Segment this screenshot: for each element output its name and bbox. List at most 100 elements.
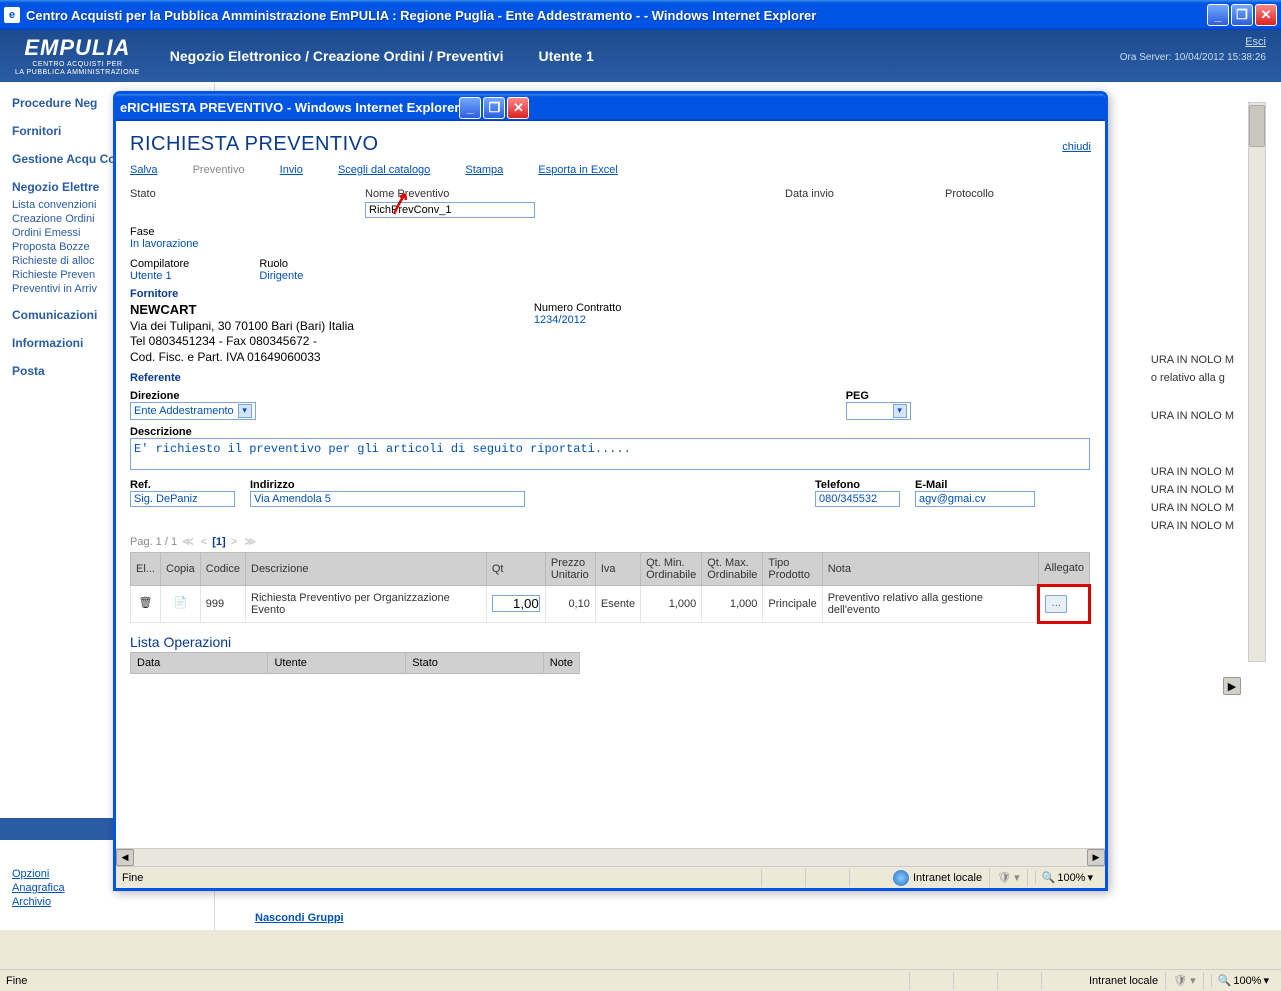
col-elimina: El... <box>131 552 161 585</box>
browser-zone-label: Intranet locale <box>1089 975 1158 987</box>
chiudi-link[interactable]: chiudi <box>1062 141 1091 153</box>
col-descrizione: Descrizione <box>246 552 487 585</box>
col-qt: Qt <box>486 552 545 585</box>
minimize-button[interactable]: _ <box>1207 4 1229 26</box>
browser-zoom-value: 100% <box>1233 975 1261 987</box>
bg-text: o relativo alla g <box>1146 370 1239 386</box>
user-label: Utente 1 <box>539 48 594 64</box>
descrizione-label: Descrizione <box>130 426 1091 438</box>
op-col-utente: Utente <box>268 652 406 673</box>
stato-label: Stato <box>130 186 365 218</box>
telefono-input[interactable] <box>815 491 900 507</box>
browser-status-bar: Fine Intranet locale 🛡 ▾ 🔍 100% ▾ <box>0 969 1281 991</box>
fase-value: In lavorazione <box>130 238 1091 250</box>
modal-titlebar: e RICHIESTA PREVENTIVO - Windows Interne… <box>116 94 1105 121</box>
nav-anagrafica[interactable]: Anagrafica <box>12 882 65 894</box>
nav-archivio[interactable]: Archivio <box>12 896 65 908</box>
zone-icon <box>893 870 909 886</box>
salva-link[interactable]: Salva <box>130 164 158 176</box>
chevron-down-icon: ▾ <box>1087 871 1093 884</box>
nascondi-gruppi-link[interactable]: Nascondi Gruppi <box>255 912 344 924</box>
op-col-stato: Stato <box>406 652 544 673</box>
scroll-right-icon[interactable]: ▶ <box>1223 677 1241 695</box>
chevron-down-icon: ▾ <box>1263 974 1269 987</box>
op-col-data: Data <box>131 652 268 673</box>
cell-iva: Esente <box>595 585 640 622</box>
logout-link[interactable]: Esci <box>1245 36 1266 48</box>
pager: Pag. 1 / 1 ≪ < [1] > ≫ <box>130 535 1091 548</box>
cell-qtmax: 1,000 <box>702 585 763 622</box>
contratto-label: Numero Contratto <box>534 302 621 314</box>
telefono-label: Telefono <box>815 479 900 491</box>
page-title: RICHIESTA PREVENTIVO <box>130 133 379 156</box>
col-copia: Copia <box>161 552 201 585</box>
esporta-excel-link[interactable]: Esporta in Excel <box>538 164 617 176</box>
pager-first[interactable]: ≪ <box>182 536 194 548</box>
direzione-select[interactable]: Ente Addestramento ▾ <box>130 402 256 420</box>
protocollo-label: Protocollo <box>945 186 1095 218</box>
email-input[interactable] <box>915 491 1035 507</box>
ie-icon: e <box>120 100 127 115</box>
compilatore-value: Utente 1 <box>130 270 189 282</box>
direzione-label: Direzione <box>130 390 256 402</box>
stampa-link[interactable]: Stampa <box>465 164 503 176</box>
scroll-left-icon[interactable]: ◀ <box>116 849 134 866</box>
compilatore-label: Compilatore <box>130 258 189 270</box>
preventivo-disabled: Preventivo <box>193 164 245 176</box>
descrizione-textarea[interactable] <box>130 438 1090 470</box>
bg-text: URA IN NOLO M <box>1146 500 1239 516</box>
modal-maximize-button[interactable]: ❐ <box>483 97 505 119</box>
nome-preventivo-input[interactable] <box>365 202 535 218</box>
indirizzo-input[interactable] <box>250 491 525 507</box>
chevron-down-icon: ▾ <box>893 404 907 418</box>
invio-link[interactable]: Invio <box>280 164 303 176</box>
data-invio-label: Data invio <box>785 186 945 218</box>
zoom-icon: 🔍 <box>1218 974 1232 987</box>
peg-label: PEG <box>846 390 911 402</box>
breadcrumb: Negozio Elettronico / Creazione Ordini /… <box>170 48 504 64</box>
app-header: EMPULIA CENTRO ACQUISTI PER LA PUBBLICA … <box>0 30 1281 82</box>
allegato-button[interactable]: … <box>1045 595 1067 613</box>
qt-input[interactable] <box>492 595 540 612</box>
ref-label: Ref. <box>130 479 235 491</box>
modal-window-title: RICHIESTA PREVENTIVO - Windows Internet … <box>127 100 459 115</box>
scegli-catalogo-link[interactable]: Scegli dal catalogo <box>338 164 430 176</box>
browser-status-fine: Fine <box>6 975 27 987</box>
modal-close-button[interactable]: ✕ <box>507 97 529 119</box>
close-button[interactable]: ✕ <box>1255 4 1277 26</box>
scroll-right-icon[interactable]: ▶ <box>1087 849 1105 866</box>
table-row: 🗑 📄 999 Richiesta Preventivo per Organiz… <box>131 585 1090 622</box>
empulia-logo: EMPULIA CENTRO ACQUISTI PER LA PUBBLICA … <box>15 35 140 76</box>
col-codice: Codice <box>200 552 245 585</box>
nav-opzioni[interactable]: Opzioni <box>12 868 65 880</box>
pager-last[interactable]: ≫ <box>244 536 256 548</box>
items-table: El... Copia Codice Descrizione Qt Prezzo… <box>130 552 1091 624</box>
operazioni-table: Data Utente Stato Note <box>130 652 580 674</box>
toolbar: Salva Preventivo Invio Scegli dal catalo… <box>130 164 1091 176</box>
browser-zoom-control[interactable]: 🔍 100% ▾ <box>1211 974 1275 987</box>
contratto-value: 1234/2012 <box>534 314 621 326</box>
peg-select[interactable]: ▾ <box>846 402 911 420</box>
bg-text: URA IN NOLO M <box>1146 352 1239 368</box>
zoom-control[interactable]: 🔍 100% ▾ <box>1035 871 1099 884</box>
cell-descrizione: Richiesta Preventivo per Organizzazione … <box>246 585 487 622</box>
cell-prezzo: 0,10 <box>545 585 595 622</box>
vertical-scrollbar[interactable] <box>1248 102 1266 662</box>
bg-text: URA IN NOLO M <box>1146 518 1239 534</box>
logo-sub1: CENTRO ACQUISTI PER <box>32 61 122 69</box>
delete-icon[interactable]: 🗑 <box>138 596 154 612</box>
col-qtmax: Qt. Max. Ordinabile <box>702 552 763 585</box>
pager-next[interactable]: > <box>231 536 237 548</box>
modal-horizontal-scrollbar[interactable]: ◀ ▶ <box>116 848 1105 866</box>
direzione-value: Ente Addestramento <box>134 405 234 417</box>
supplier-cf: Cod. Fisc. e Part. IVA 01649060033 <box>130 350 321 364</box>
ref-input[interactable] <box>130 491 235 507</box>
cell-nota: Preventivo relativo alla gestione dell'e… <box>822 585 1039 622</box>
pager-prev[interactable]: < <box>201 536 207 548</box>
maximize-button[interactable]: ❐ <box>1231 4 1253 26</box>
security-icon[interactable]: 🛡 ▾ <box>997 871 1020 884</box>
copy-icon[interactable]: 📄 <box>172 596 188 612</box>
modal-status-bar: Fine Intranet locale 🛡 ▾ 🔍 100% ▾ <box>116 866 1105 888</box>
modal-minimize-button[interactable]: _ <box>459 97 481 119</box>
security-icon[interactable]: 🛡 ▾ <box>1173 974 1196 987</box>
